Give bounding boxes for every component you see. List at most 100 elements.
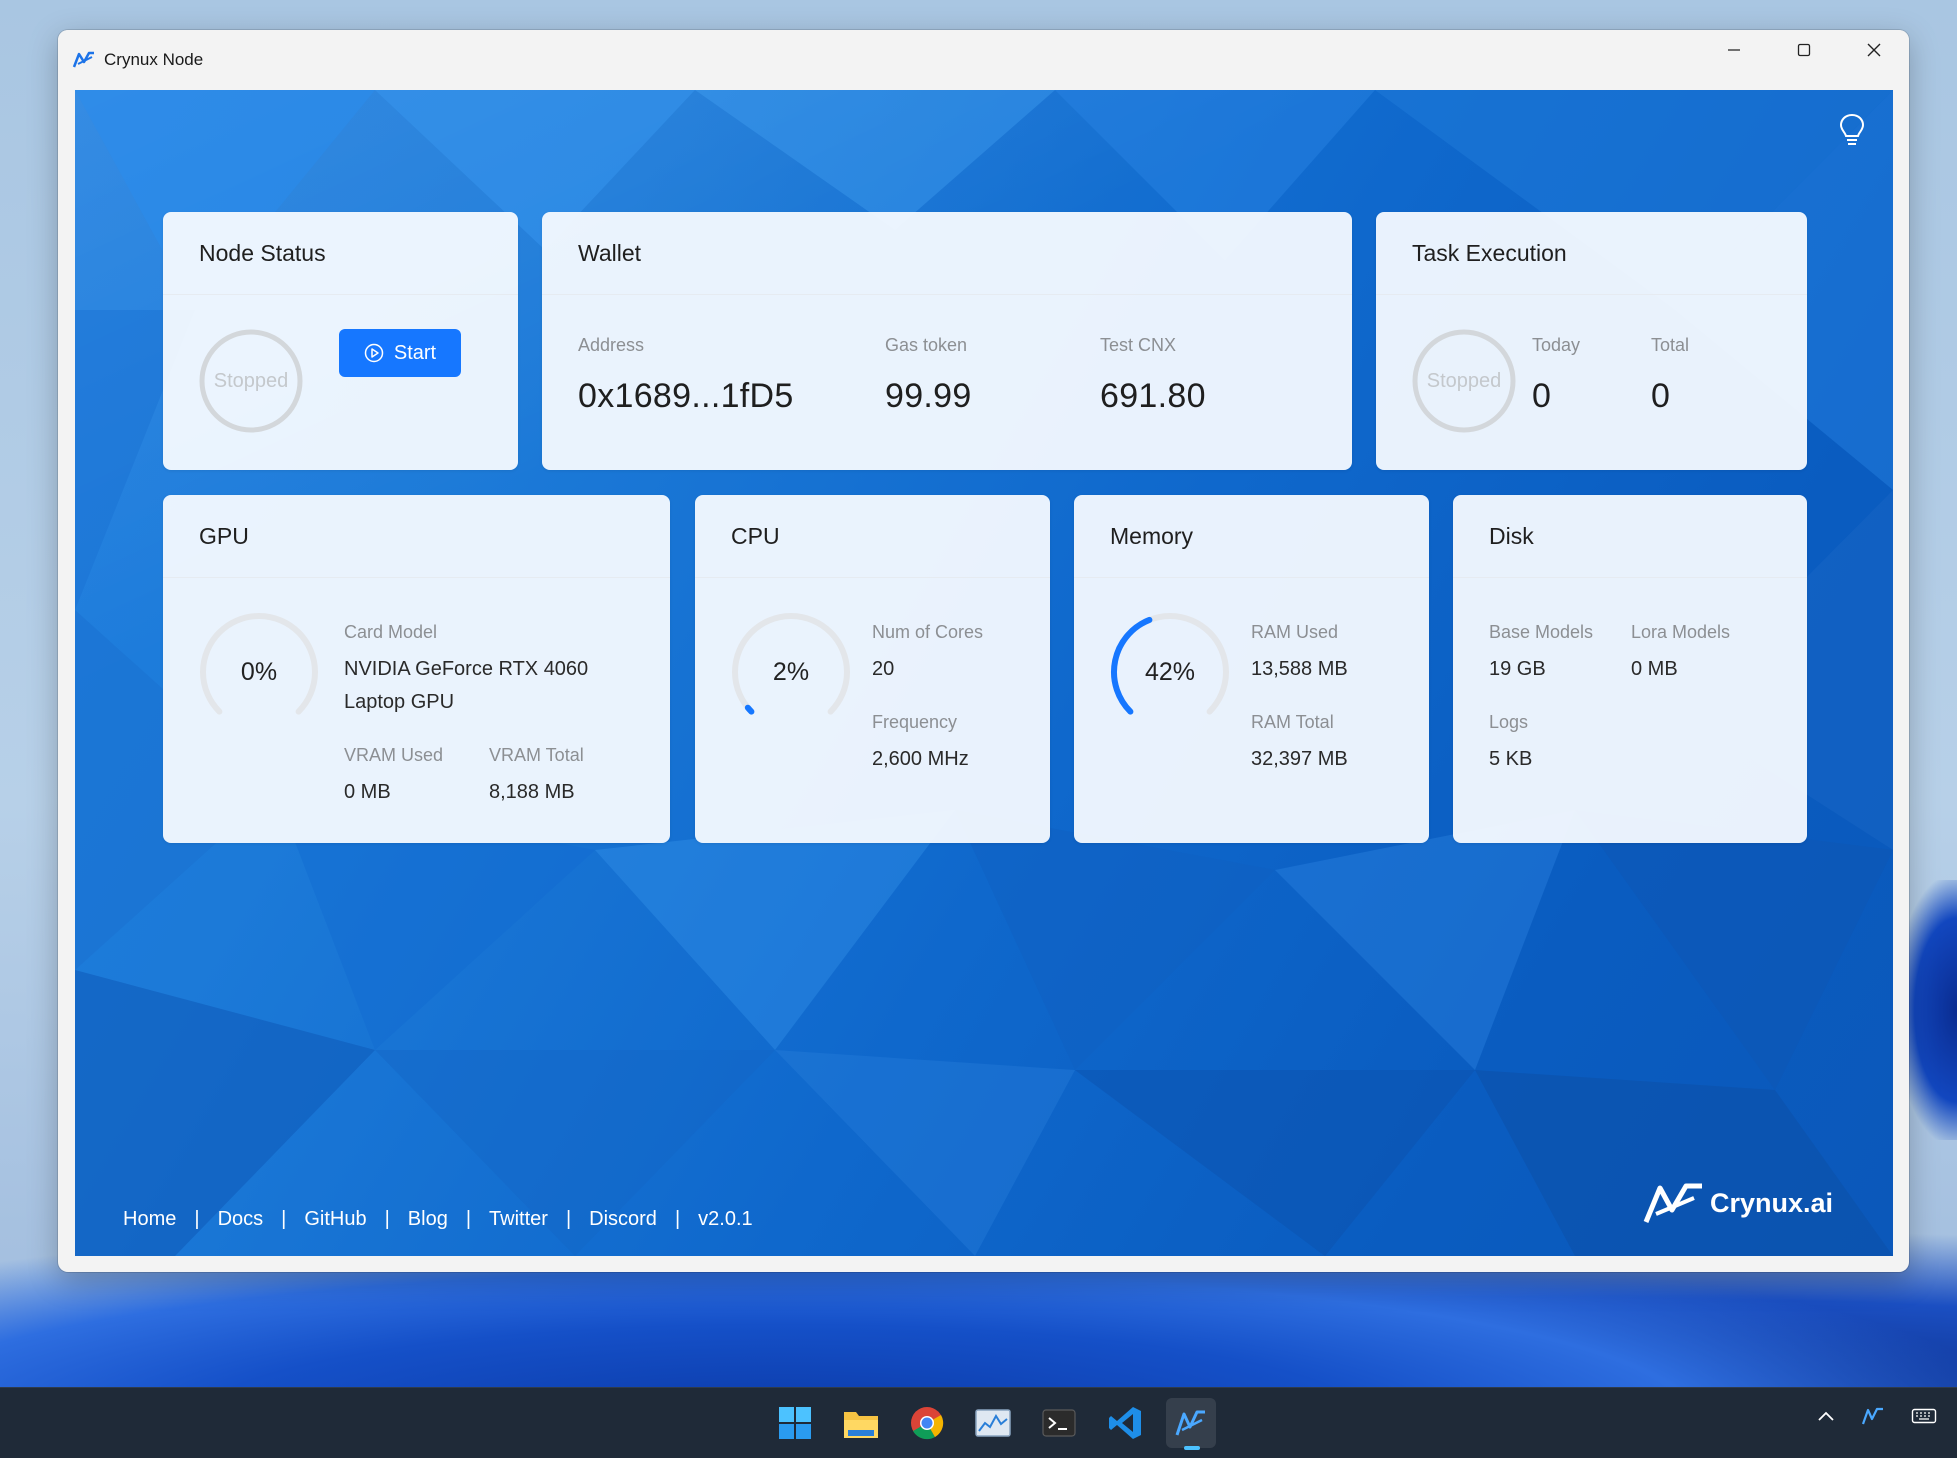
footer-separator: | [281,1208,287,1230]
taskbar [0,1387,1957,1458]
cores-label: Num of Cores [872,622,984,642]
card-model-label: Card Model [344,622,438,642]
disk-title: Disk [1453,495,1807,578]
terminal-icon [1042,1409,1076,1437]
file-explorer-button[interactable] [836,1398,886,1448]
gpu-card: GPU 0% Card Model NVIDIA GeForce RTX 406… [163,495,670,843]
cores-value: 20 [872,658,895,680]
keyboard-icon[interactable] [1911,1406,1937,1426]
card-model-line1: NVIDIA GeForce RTX 4060 [344,658,589,680]
gpu-usage-value: 0% [240,657,278,686]
address-label: Address [578,335,645,355]
disk-card: Disk Base Models 19 GB Lora Models 0 MB … [1453,495,1807,843]
play-circle-icon [364,343,384,363]
vscode-button[interactable] [1100,1398,1150,1448]
close-icon [1867,43,1881,57]
app-window: Crynux Node Node Status Stopped Start Wa… [58,30,1909,1272]
resource-monitor-button[interactable] [968,1398,1018,1448]
lora-models-label: Lora Models [1631,622,1731,642]
crynux-brand[interactable]: Crynux.ai [1642,1180,1833,1226]
task-execution-title: Task Execution [1376,212,1807,295]
ram-used-label: RAM Used [1251,622,1339,642]
vram-total-label: VRAM Total [489,745,584,765]
windows-start-icon [779,1407,811,1439]
footer-link-blog[interactable]: Blog [408,1208,448,1231]
ram-used-value: 13,588 MB [1251,658,1348,680]
wallet-title: Wallet [542,212,1352,295]
minimize-button[interactable] [1699,30,1769,70]
wallet-card: Wallet Address 0x1689...1fD5 Gas token 9… [542,212,1352,470]
crynux-logo-icon [1643,1183,1702,1223]
maximize-icon [1797,43,1811,57]
brand-name: Crynux.ai [1709,1187,1833,1218]
task-execution-card: Task Execution Stopped Today 0 Total 0 [1376,212,1807,470]
test-cnx-label: Test CNX [1100,335,1177,355]
crynux-tray-icon[interactable] [1861,1406,1885,1426]
frequency-label: Frequency [872,712,958,732]
vram-used-label: VRAM Used [344,745,444,765]
node-status-title: Node Status [163,212,518,295]
chrome-icon [911,1407,944,1440]
footer-link-github[interactable]: GitHub [304,1208,366,1231]
vram-used-value: 0 MB [344,781,391,803]
lightbulb-icon[interactable] [1837,112,1867,148]
node-status-card: Node Status Stopped Start [163,212,518,470]
window-controls [1699,30,1909,70]
today-label: Today [1532,335,1581,355]
version-label: v2.0.1 [698,1208,753,1230]
maximize-button[interactable] [1769,30,1839,70]
gas-token-value: 99.99 [885,377,972,415]
start-button[interactable]: Start [339,329,461,377]
logs-value: 5 KB [1489,748,1533,770]
file-explorer-icon [844,1412,878,1438]
gpu-title: GPU [163,495,670,578]
crynux-node-icon [1175,1410,1205,1436]
footer-separator: | [674,1208,681,1230]
total-value: 0 [1651,377,1671,415]
taskbar-apps [770,1398,1216,1450]
footer-link-docs[interactable]: Docs [218,1208,264,1231]
cpu-card: CPU 2% Num of Cores 20 Frequency 2,600 M… [695,495,1050,843]
footer-link-discord[interactable]: Discord [589,1208,657,1231]
gas-token-label: Gas token [885,335,968,355]
chevron-up-icon[interactable] [1817,1410,1835,1422]
footer-nav: Home | Docs | GitHub | Blog | Twitter | … [123,1208,753,1231]
footer-separator: | [194,1208,200,1230]
start-button-label: Start [393,341,437,364]
memory-usage-value: 42% [1144,657,1196,686]
lora-models-value: 0 MB [1631,658,1678,680]
logs-label: Logs [1489,712,1529,732]
cpu-usage-value: 2% [772,657,810,686]
today-value: 0 [1532,377,1552,415]
title-bar[interactable]: Crynux Node [58,30,1909,90]
frequency-value: 2,600 MHz [872,748,969,770]
system-tray [1817,1406,1937,1426]
minimize-icon [1728,49,1740,51]
address-value[interactable]: 0x1689...1fD5 [578,377,794,416]
resource-monitor-icon [975,1409,1011,1437]
footer-separator: | [465,1208,472,1230]
crynux-logo-icon [72,51,94,68]
window-title: Crynux Node [104,50,204,69]
base-models-label: Base Models [1489,622,1594,642]
total-label: Total [1651,335,1690,355]
memory-title: Memory [1074,495,1429,578]
terminal-button[interactable] [1034,1398,1084,1448]
footer-link-twitter[interactable]: Twitter [489,1208,548,1231]
base-models-value: 19 GB [1489,658,1546,680]
footer-link-home[interactable]: Home [123,1208,176,1231]
crynux-node-taskbar-button[interactable] [1166,1398,1216,1450]
test-cnx-value: 691.80 [1100,377,1206,415]
close-button[interactable] [1839,30,1909,70]
node-status-state: Stopped [213,369,289,392]
main-content: Node Status Stopped Start Wallet Address… [75,90,1893,1256]
footer-separator: | [384,1208,390,1230]
ram-total-label: RAM Total [1251,712,1334,732]
cpu-title: CPU [695,495,1050,578]
memory-card: Memory 42% RAM Used 13,588 MB RAM Total … [1074,495,1429,843]
chrome-button[interactable] [902,1398,952,1448]
footer-separator: | [565,1208,572,1230]
windows-start-button[interactable] [770,1398,820,1448]
task-status-state: Stopped [1426,369,1502,392]
ram-total-value: 32,397 MB [1251,748,1348,770]
